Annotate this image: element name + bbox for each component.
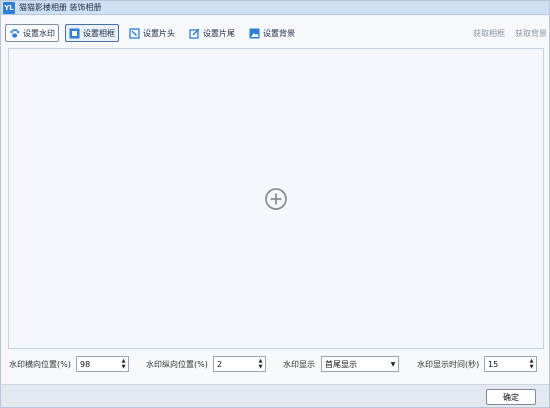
chevron-down-icon: ▼ xyxy=(390,360,396,368)
ok-button[interactable]: 确定 xyxy=(486,389,536,405)
set-watermark-button[interactable]: 设置水印 xyxy=(5,24,59,42)
v-position-value[interactable]: 2 xyxy=(214,360,256,369)
h-position-value[interactable]: 98 xyxy=(77,360,119,369)
app-logo: YL xyxy=(3,1,15,14)
display-mode-select[interactable]: 首尾显示 ▼ xyxy=(321,356,399,372)
display-mode-label: 水印显示 xyxy=(283,360,315,369)
set-frame-button[interactable]: 设置相框 xyxy=(65,24,119,42)
preview-canvas[interactable] xyxy=(8,48,544,349)
clip-start-icon xyxy=(129,27,140,39)
stepper-down-icon[interactable]: ▼ xyxy=(259,364,263,370)
set-intro-button[interactable]: 设置片头 xyxy=(125,24,179,42)
set-frame-label: 设置相框 xyxy=(83,28,115,38)
v-position-label: 水印纵向位置(%) xyxy=(146,360,208,369)
set-watermark-label: 设置水印 xyxy=(23,28,55,38)
frame-icon xyxy=(69,28,80,39)
stepper-down-icon[interactable]: ▼ xyxy=(122,364,126,370)
set-outro-label: 设置片尾 xyxy=(203,28,235,38)
watermark-settings: 水印横向位置(%) 98 ▲ ▼ 水印纵向位置(%) 2 ▲ ▼ 水印显示 首尾… xyxy=(1,355,549,375)
display-time-value[interactable]: 15 xyxy=(485,360,527,369)
display-mode-value: 首尾显示 xyxy=(325,359,357,369)
v-position-stepper[interactable]: 2 ▲ ▼ xyxy=(213,356,266,372)
app-window: YL 猫猫影楼相册 装饰相册 设置水印 设置相框 设置片头 设置片尾 设置背景 … xyxy=(0,0,550,408)
clip-end-icon xyxy=(189,28,200,39)
get-frames-link[interactable]: 获取相框 xyxy=(473,28,505,39)
set-intro-label: 设置片头 xyxy=(143,28,175,38)
h-position-label: 水印横向位置(%) xyxy=(9,360,71,369)
toolbar: 设置水印 设置相框 设置片头 设置片尾 设置背景 获取相框 获取背景 xyxy=(5,23,547,43)
display-time-label: 水印显示时间(秒) xyxy=(417,360,480,369)
set-background-label: 设置背景 xyxy=(263,28,295,38)
image-icon xyxy=(249,28,260,39)
paw-icon xyxy=(9,28,20,39)
display-time-stepper[interactable]: 15 ▲ ▼ xyxy=(484,356,537,372)
get-backgrounds-link[interactable]: 获取背景 xyxy=(515,28,547,39)
stepper-down-icon[interactable]: ▼ xyxy=(530,364,534,370)
set-background-button[interactable]: 设置背景 xyxy=(245,24,299,42)
add-circle-icon[interactable] xyxy=(264,187,288,211)
title-bar: YL 猫猫影楼相册 装饰相册 xyxy=(1,1,549,15)
window-title: 猫猫影楼相册 装饰相册 xyxy=(19,3,102,12)
h-position-stepper[interactable]: 98 ▲ ▼ xyxy=(76,356,129,372)
footer-bar: 确定 xyxy=(1,384,549,407)
set-outro-button[interactable]: 设置片尾 xyxy=(185,24,239,42)
